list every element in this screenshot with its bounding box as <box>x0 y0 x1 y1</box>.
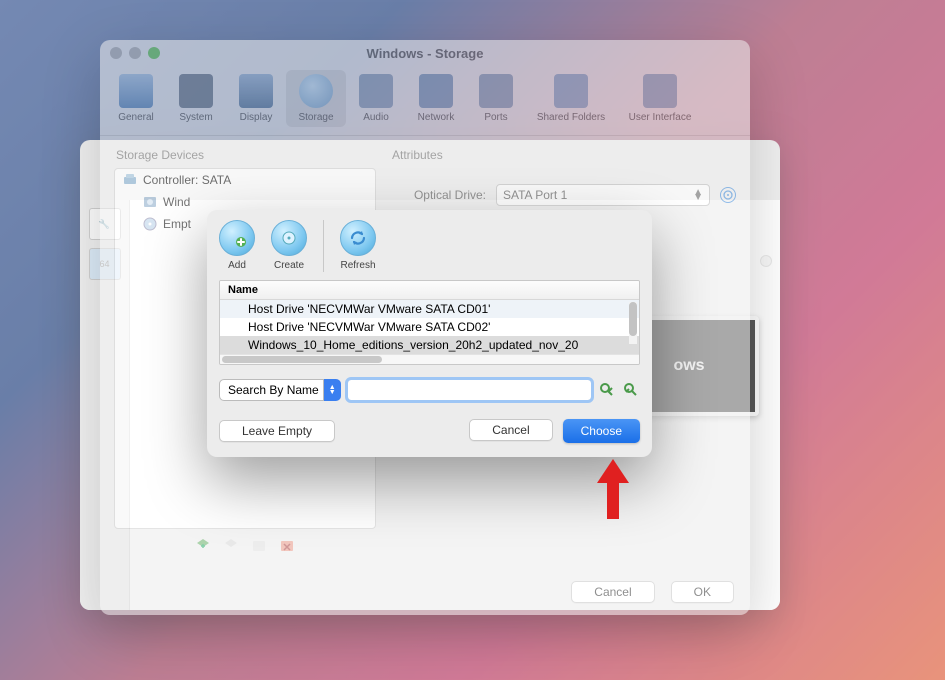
chip-icon <box>179 74 213 108</box>
horizontal-scrollbar-thumb[interactable] <box>222 356 382 363</box>
ports-icon <box>479 74 513 108</box>
tab-shared-folders[interactable]: Shared Folders <box>526 70 616 127</box>
chooser-choose-button[interactable]: Choose <box>563 419 640 443</box>
chooser-refresh-button[interactable]: Refresh <box>340 220 376 271</box>
leave-empty-button[interactable]: Leave Empty <box>219 420 335 442</box>
chooser-add-button[interactable]: Add <box>219 220 255 271</box>
harddisk-icon <box>143 195 157 209</box>
optical-drive-label: Optical Drive: <box>390 188 486 202</box>
settings-titlebar: Windows - Storage <box>100 40 750 66</box>
media-list[interactable]: Name Host Drive 'NECVMWar VMware SATA CD… <box>219 280 640 365</box>
tab-user-interface[interactable]: User Interface <box>616 70 704 127</box>
settings-ok-button[interactable]: OK <box>671 581 734 603</box>
speaker-icon <box>359 74 393 108</box>
toolbar-separator <box>323 220 324 272</box>
attributes-label: Attributes <box>390 148 736 162</box>
search-prev-icon[interactable] <box>598 381 616 399</box>
controller-icon <box>123 173 137 187</box>
monitor-icon <box>119 74 153 108</box>
select-arrows-icon: ▲▼ <box>693 190 703 200</box>
chooser-create-button[interactable]: Create <box>271 220 307 271</box>
settings-title: Windows - Storage <box>100 46 750 61</box>
list-item[interactable]: Windows_10_Home_editions_version_20h2_up… <box>220 336 639 354</box>
settings-toolbar: General System Display Storage Audio Net… <box>100 66 750 136</box>
ui-icon <box>643 74 677 108</box>
list-item[interactable]: Host Drive 'NECVMWar VMware SATA CD01' <box>220 300 639 318</box>
tab-display[interactable]: Display <box>226 70 286 127</box>
settings-cancel-button[interactable]: Cancel <box>571 581 654 603</box>
storage-devices-label: Storage Devices <box>114 148 376 162</box>
tab-storage[interactable]: Storage <box>286 70 346 127</box>
add-disc-icon <box>219 220 255 256</box>
search-mode-select[interactable]: Search By Name <box>219 379 324 401</box>
display-icon <box>239 74 273 108</box>
select-stepper-icon[interactable]: ▲▼ <box>324 379 341 401</box>
remove-attachment-icon[interactable] <box>278 537 296 555</box>
disc-icon <box>143 217 157 231</box>
folder-icon <box>554 74 588 108</box>
chooser-cancel-button[interactable]: Cancel <box>469 419 552 441</box>
tab-network[interactable]: Network <box>406 70 466 127</box>
window-zoom-button[interactable] <box>148 47 160 59</box>
tab-audio[interactable]: Audio <box>346 70 406 127</box>
tab-ports[interactable]: Ports <box>466 70 526 127</box>
search-input[interactable] <box>347 379 592 401</box>
tree-controller-row[interactable]: Controller: SATA <box>115 169 375 191</box>
horizontal-scrollbar-track[interactable] <box>220 354 639 364</box>
vertical-scrollbar-thumb[interactable] <box>629 302 637 336</box>
remove-controller-icon[interactable] <box>222 537 240 555</box>
tab-general[interactable]: General <box>106 70 166 127</box>
disk-chooser-sheet: Add Create Refresh Name Host Drive 'NECV… <box>207 210 652 457</box>
storage-tree-toolbar <box>114 529 376 555</box>
storage-icon <box>299 74 333 108</box>
add-attachment-icon[interactable] <box>250 537 268 555</box>
list-header-name[interactable]: Name <box>220 281 639 300</box>
refresh-icon <box>340 220 376 256</box>
window-minimize-button[interactable] <box>129 47 141 59</box>
network-icon <box>419 74 453 108</box>
add-controller-icon[interactable] <box>194 537 212 555</box>
search-next-icon[interactable] <box>622 381 640 399</box>
window-close-button[interactable] <box>110 47 122 59</box>
tab-system[interactable]: System <box>166 70 226 127</box>
create-disc-icon <box>271 220 307 256</box>
choose-disk-icon[interactable] <box>720 187 736 203</box>
list-item[interactable]: Host Drive 'NECVMWar VMware SATA CD02' <box>220 318 639 336</box>
optical-drive-select[interactable]: SATA Port 1 ▲▼ <box>496 184 710 206</box>
